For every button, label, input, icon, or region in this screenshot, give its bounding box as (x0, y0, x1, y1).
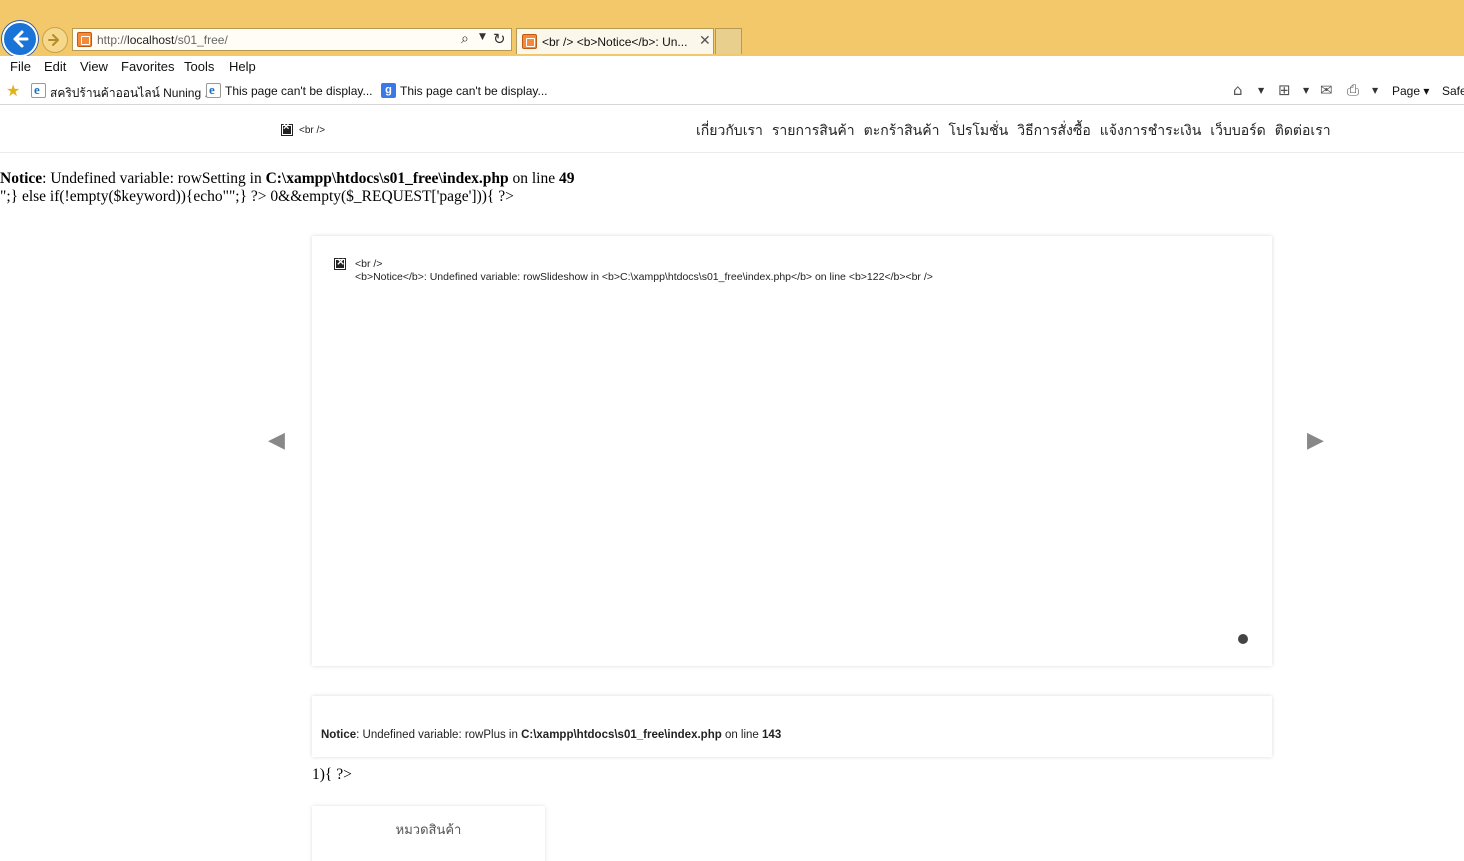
chevron-down-icon[interactable]: ▼ (1258, 86, 1264, 95)
menu-favorites[interactable]: Favorites (121, 59, 174, 74)
php-notice-rowplus: Notice: Undefined variable: rowPlus in C… (321, 729, 782, 741)
search-icon[interactable]: ⌕ (461, 31, 469, 47)
broken-image-icon (281, 121, 293, 136)
tab-current[interactable]: <br /> <b>Notice</b>: Un... ✕ (516, 28, 714, 54)
category-title: หมวดสินค้า (395, 823, 462, 838)
page-content: <br /> เกี่ยวกับเรา รายการสินค้า ตะกร้าสิน… (0, 106, 1464, 861)
page-menu-button[interactable]: Page ▾ (1392, 84, 1429, 98)
site-favicon-icon (77, 32, 92, 47)
stray-php-code: ";} else if(!empty($keyword)){echo"";} ?… (0, 188, 514, 205)
tab-title: <br /> <b>Notice</b>: Un... (542, 35, 688, 49)
address-url[interactable]: http://localhost/s01_free/ (97, 33, 228, 47)
chevron-down-icon[interactable]: ▼ (479, 32, 486, 42)
category-box: หมวดสินค้า (312, 806, 545, 861)
favorites-star-icon[interactable]: ★ (6, 81, 20, 100)
favorite-link-3[interactable]: This page can't be display... (400, 84, 548, 98)
slide-alt-text: <br /> <b>Notice</b>: Undefined variable… (355, 258, 933, 283)
close-icon[interactable]: ✕ (699, 33, 711, 49)
site-logo[interactable]: <br /> (281, 121, 325, 136)
ie-page-icon (31, 82, 46, 98)
site-header: <br /> เกี่ยวกับเรา รายการสินค้า ตะกร้าสิน… (0, 106, 1464, 153)
favorites-bar: ★ สคริปร้านค้าออนไลน์ Nuning ... This pa… (0, 78, 1464, 105)
main-nav: เกี่ยวกับเรา รายการสินค้า ตะกร้าสินค้า โปรโ… (696, 120, 1340, 142)
new-tab-button[interactable] (715, 28, 742, 54)
stray-php-code-2: 1){ ?> (312, 766, 352, 783)
address-bar[interactable]: http://localhost/s01_free/ ⌕ ▼ ↻ (72, 28, 512, 51)
chevron-down-icon[interactable]: ▼ (1303, 86, 1309, 95)
menu-view[interactable]: View (80, 59, 108, 74)
nav-webboard[interactable]: เว็บบอร์ด (1210, 123, 1265, 139)
menu-edit[interactable]: Edit (44, 59, 66, 74)
menu-bar: File Edit View Favorites Tools Help (0, 56, 1464, 78)
home-icon[interactable]: ⌂ (1233, 81, 1243, 99)
nav-products[interactable]: รายการสินค้า (772, 123, 855, 139)
forward-button[interactable] (42, 27, 68, 53)
back-button[interactable] (2, 21, 38, 57)
favorite-link-1[interactable]: สคริปร้านค้าออนไลน์ Nuning ... (50, 84, 214, 103)
arrow-right-icon (48, 34, 59, 46)
menu-help[interactable]: Help (229, 59, 256, 74)
php-notice-rowsetting: Notice: Undefined variable: rowSetting i… (0, 170, 575, 205)
nav-promotion[interactable]: โปรโมชั่น (948, 123, 1008, 139)
mail-icon[interactable]: ✉ (1320, 81, 1333, 99)
nav-contact[interactable]: ติดต่อเรา (1275, 123, 1331, 139)
slide-indicator-dot[interactable] (1238, 634, 1248, 644)
browser-titlebar: http://localhost/s01_free/ ⌕ ▼ ↻ <br /> … (0, 0, 1464, 57)
menu-file[interactable]: File (10, 59, 31, 74)
plus-section: Notice: Undefined variable: rowPlus in C… (312, 696, 1272, 757)
google-icon: g (381, 83, 396, 98)
tab-favicon-icon (522, 34, 537, 49)
slider-next-arrow-icon[interactable]: ▶ (1307, 428, 1324, 453)
slider-prev-arrow-icon[interactable]: ◀ (268, 428, 285, 453)
arrow-left-icon (13, 30, 29, 48)
ie-page-icon (206, 82, 221, 98)
broken-image-icon (334, 255, 346, 270)
nav-about[interactable]: เกี่ยวกับเรา (696, 123, 763, 139)
nav-cart[interactable]: ตะกร้าสินค้า (864, 123, 940, 139)
slideshow: <br /> <b>Notice</b>: Undefined variable… (312, 236, 1272, 666)
chevron-down-icon[interactable]: ▼ (1372, 86, 1378, 95)
print-icon[interactable]: ⎙ (1347, 81, 1359, 99)
menu-tools[interactable]: Tools (184, 59, 214, 74)
favorite-link-2[interactable]: This page can't be display... (225, 84, 373, 98)
nav-how-to-order[interactable]: วิธีการสั่งซื้อ (1017, 123, 1091, 139)
refresh-icon[interactable]: ↻ (493, 30, 506, 48)
rss-feed-icon[interactable]: ⊞ (1278, 81, 1291, 99)
safety-menu-button[interactable]: Safe (1442, 84, 1464, 98)
nav-payment-notify[interactable]: แจ้งการชำระเงิน (1100, 123, 1202, 139)
